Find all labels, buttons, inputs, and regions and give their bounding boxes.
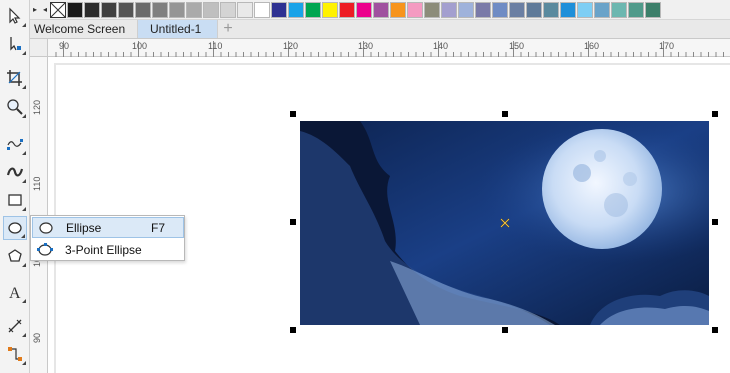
selection-handle[interactable] <box>712 327 718 333</box>
ellipse-label: Ellipse <box>66 220 102 235</box>
three-point-ellipse-label: 3-Point Ellipse <box>65 242 142 257</box>
color-swatch[interactable] <box>101 1 117 18</box>
rotation-center-icon[interactable] <box>500 218 510 228</box>
color-swatch[interactable] <box>390 1 406 18</box>
color-swatch[interactable] <box>67 1 83 18</box>
color-swatch[interactable] <box>169 1 185 18</box>
color-swatch[interactable] <box>475 1 491 18</box>
color-swatch[interactable] <box>594 1 610 18</box>
svg-text:A: A <box>9 285 21 301</box>
freehand-tool-button[interactable] <box>3 132 27 156</box>
page-border <box>54 63 730 65</box>
ruler-ticks <box>55 41 724 57</box>
ruler-label: 110 <box>32 176 42 191</box>
color-swatch[interactable] <box>356 1 372 18</box>
no-fill-icon <box>51 2 65 17</box>
color-swatch[interactable] <box>407 1 423 18</box>
color-swatch[interactable] <box>543 1 559 18</box>
three-point-ellipse-icon <box>35 241 55 259</box>
ellipse-menu-item[interactable]: Ellipse F7 <box>32 217 184 238</box>
no-color-swatch[interactable] <box>50 1 66 18</box>
ellipse-icon <box>36 219 56 237</box>
color-swatch[interactable] <box>373 1 389 18</box>
color-swatch[interactable] <box>118 1 134 18</box>
ruler-label: 110 <box>208 41 223 51</box>
color-swatch[interactable] <box>424 1 440 18</box>
color-swatch[interactable] <box>288 1 304 18</box>
ruler-origin[interactable] <box>30 39 48 57</box>
color-swatch[interactable] <box>492 1 508 18</box>
three-point-ellipse-menu-item[interactable]: 3-Point Ellipse <box>32 239 184 260</box>
selection-handle[interactable] <box>502 111 508 117</box>
color-swatch[interactable] <box>237 1 253 18</box>
ruler-label: 120 <box>283 41 299 51</box>
color-swatch[interactable] <box>339 1 355 18</box>
ruler-label: 90 <box>59 41 70 51</box>
color-swatch[interactable] <box>152 1 168 18</box>
rectangle-tool-button[interactable] <box>3 188 27 212</box>
color-swatch[interactable] <box>628 1 644 18</box>
shape-tool-button[interactable] <box>3 32 27 56</box>
ruler-label: 100 <box>132 41 148 51</box>
horizontal-ruler[interactable]: 90 100 110 120 130 140 150 160 170 <box>48 39 730 57</box>
color-swatch[interactable] <box>271 1 287 18</box>
palette-scroll-left-icon[interactable]: ▸ <box>30 1 40 19</box>
ruler-label: 90 <box>32 332 42 343</box>
color-swatch[interactable] <box>305 1 321 18</box>
color-swatch[interactable] <box>560 1 576 18</box>
ruler-label: 160 <box>584 41 600 51</box>
color-swatch[interactable] <box>135 1 151 18</box>
color-swatch[interactable] <box>254 1 270 18</box>
color-swatch[interactable] <box>526 1 542 18</box>
color-swatch[interactable] <box>441 1 457 18</box>
polygon-tool-button[interactable] <box>3 244 27 268</box>
ruler-label: 120 <box>32 99 42 115</box>
selection-handle[interactable] <box>290 327 296 333</box>
connector-tool-button[interactable] <box>3 342 27 366</box>
color-swatch[interactable] <box>458 1 474 18</box>
ellipse-tool-button[interactable] <box>3 216 27 240</box>
color-swatch[interactable] <box>509 1 525 18</box>
ellipse-shortcut: F7 <box>150 220 165 235</box>
color-swatch[interactable] <box>203 1 219 18</box>
color-palette: ▸ ◂ <box>30 0 730 20</box>
swatch-list <box>67 1 662 18</box>
add-tab-icon[interactable]: + <box>218 20 238 38</box>
document-tabs: Welcome Screen Untitled-1 + <box>30 20 730 39</box>
selection-handle[interactable] <box>712 219 718 225</box>
ellipse-tools-flyout: Ellipse F7 3-Point Ellipse <box>30 215 185 261</box>
text-tool-button[interactable]: A <box>3 280 27 304</box>
selection-handle[interactable] <box>502 327 508 333</box>
tab-untitled-1[interactable]: Untitled-1 <box>138 20 218 38</box>
selection-handle[interactable] <box>712 111 718 117</box>
palette-flyout-icon[interactable]: ◂ <box>40 1 50 19</box>
color-swatch[interactable] <box>84 1 100 18</box>
color-swatch[interactable] <box>611 1 627 18</box>
dimension-tool-button[interactable] <box>3 314 27 338</box>
ruler-label: 170 <box>659 41 675 51</box>
ruler-label: 140 <box>433 41 449 51</box>
ruler-label: 150 <box>509 41 525 51</box>
color-swatch[interactable] <box>186 1 202 18</box>
crop-tool-button[interactable] <box>3 66 27 90</box>
tab-welcome-screen[interactable]: Welcome Screen <box>30 20 138 38</box>
artistic-media-button[interactable] <box>3 160 27 184</box>
ruler-label: 130 <box>358 41 374 51</box>
color-swatch[interactable] <box>577 1 593 18</box>
toolbox: A <box>0 0 30 373</box>
pick-tool-button[interactable] <box>3 4 27 28</box>
selection-handle[interactable] <box>290 219 296 225</box>
selection-handle[interactable] <box>290 111 296 117</box>
color-swatch[interactable] <box>322 1 338 18</box>
zoom-tool-button[interactable] <box>3 95 27 119</box>
color-swatch[interactable] <box>645 1 661 18</box>
color-swatch[interactable] <box>220 1 236 18</box>
